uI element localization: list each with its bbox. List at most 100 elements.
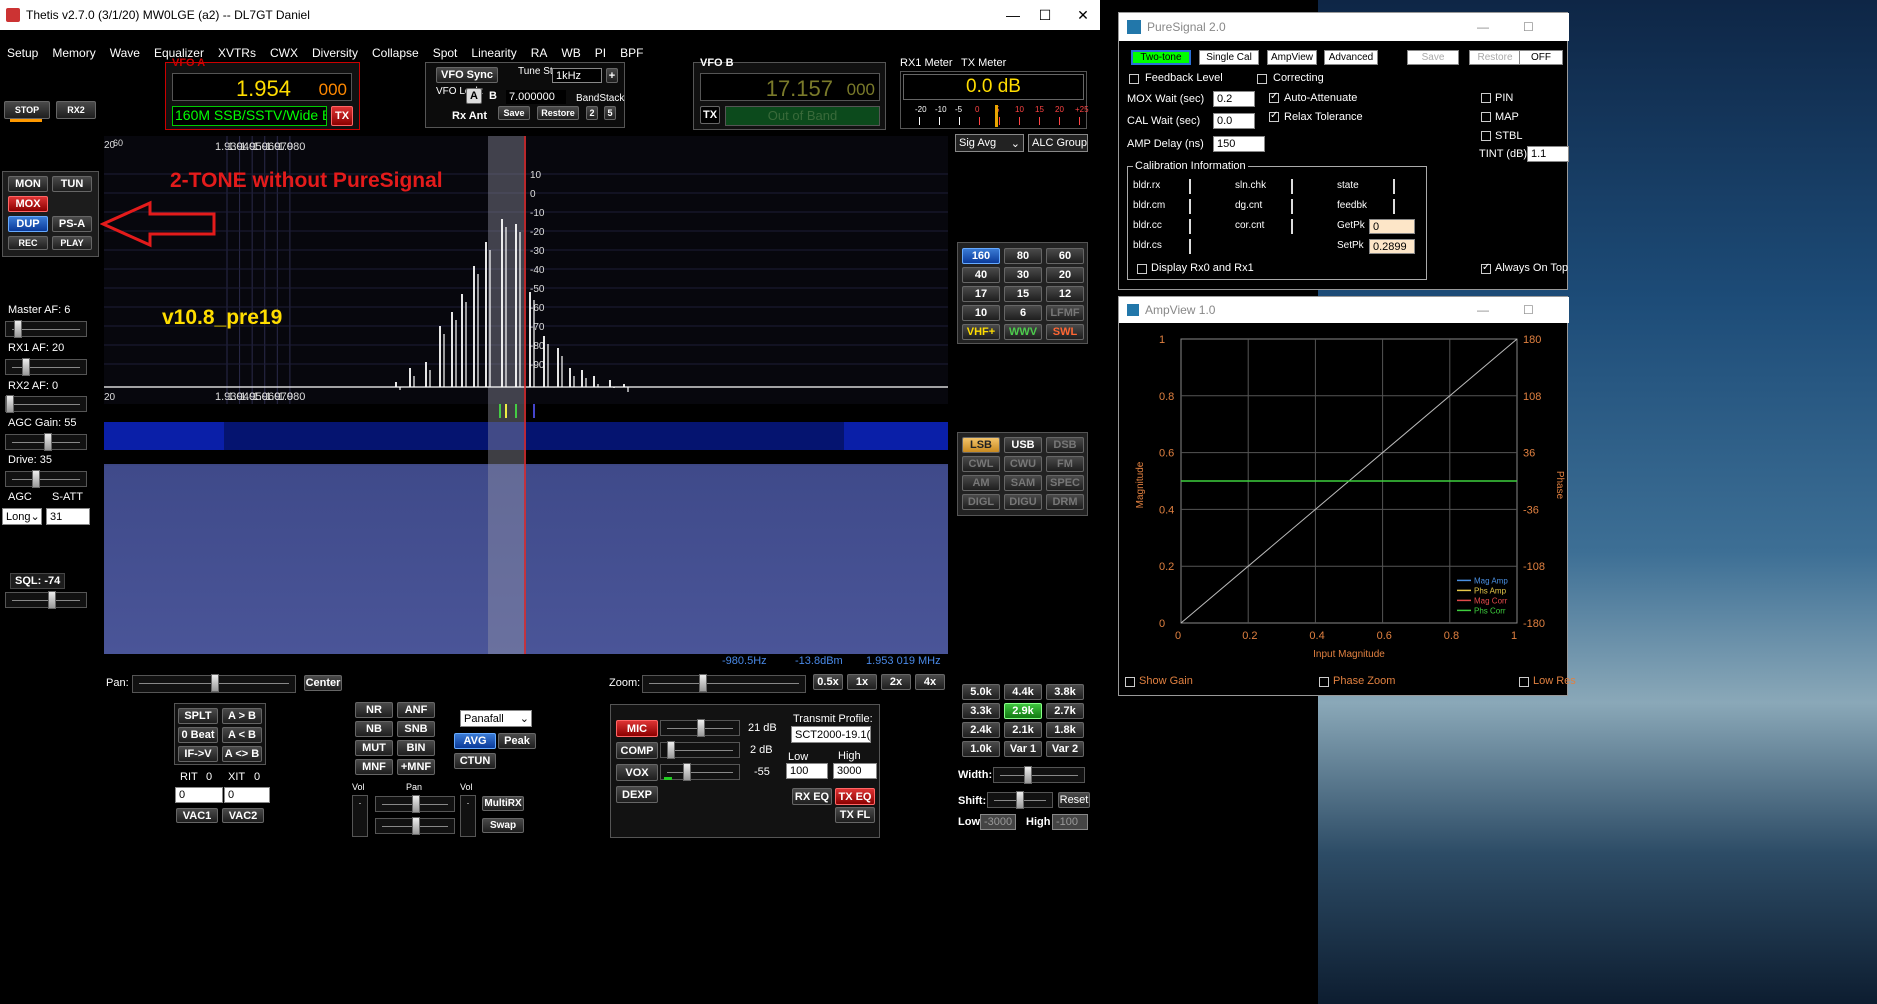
vac2-button[interactable]: VAC2	[222, 808, 264, 823]
zoom-button-4x[interactable]: 4x	[915, 674, 945, 690]
psa-button[interactable]: PS-A	[52, 216, 92, 232]
dsp-button-snb[interactable]: SNB	[397, 721, 435, 737]
agc-gain-slider[interactable]	[5, 433, 87, 451]
play-button[interactable]: PLAY	[52, 236, 92, 250]
filter-button-2.1k[interactable]: 2.1k	[1004, 722, 1042, 738]
correcting-checkbox[interactable]	[1257, 74, 1267, 84]
master-af-slider[interactable]	[5, 320, 87, 338]
mox-button[interactable]: MOX	[8, 196, 48, 212]
menu-memory[interactable]: Memory	[45, 46, 102, 68]
cal-wait-field[interactable]: 0.0	[1213, 113, 1255, 129]
band-button-10[interactable]: 10	[962, 305, 1000, 321]
drive-slider[interactable]	[5, 470, 87, 488]
dsp-button-bin[interactable]: BIN	[397, 740, 435, 756]
lock-b-label[interactable]: B	[489, 90, 497, 102]
band-button-15[interactable]: 15	[1004, 286, 1042, 302]
band-button-60[interactable]: 60	[1046, 248, 1084, 264]
setpk-field[interactable]: 0.2899	[1369, 239, 1415, 254]
swap-button[interactable]: Swap	[482, 818, 524, 833]
tx-eq-button[interactable]: TX EQ	[835, 788, 875, 805]
display-mode-select[interactable]: Panafall ⌄	[460, 710, 532, 727]
tx-meter-label[interactable]: TX Meter	[961, 57, 1006, 69]
ps-tab-restore[interactable]: Restore	[1469, 50, 1521, 65]
mon-button[interactable]: MON	[8, 176, 48, 192]
filter-low-field[interactable]: -3000	[980, 814, 1016, 830]
mox-wait-field[interactable]: 0.2	[1213, 91, 1255, 107]
mic-button[interactable]: MIC	[616, 720, 658, 737]
stop-button[interactable]: STOP	[4, 101, 50, 119]
band-button-40[interactable]: 40	[962, 267, 1000, 283]
dsp-button-anf[interactable]: ANF	[397, 702, 435, 718]
dup-button[interactable]: DUP	[8, 216, 48, 232]
rx2-button[interactable]: RX2	[56, 101, 96, 119]
auto-attenuate-checkbox[interactable]	[1269, 91, 1279, 103]
tx-profile-select[interactable]: SCT2000-19.1(	[791, 726, 871, 743]
zoom-button-0.5x[interactable]: 0.5x	[813, 674, 843, 690]
rec-button[interactable]: REC	[8, 236, 48, 250]
pan-rx1-slider[interactable]	[375, 795, 455, 813]
band-button-vhfplus[interactable]: VHF+	[962, 324, 1000, 340]
vfo-op-button[interactable]: 0 Beat	[178, 727, 218, 743]
vac1-button[interactable]: VAC1	[176, 808, 218, 823]
filter-button-2.4k[interactable]: 2.4k	[962, 722, 1000, 738]
close-icon[interactable]: ✕	[1060, 0, 1106, 30]
high-field[interactable]: 3000	[833, 763, 877, 779]
filter-button-3.8k[interactable]: 3.8k	[1046, 684, 1084, 700]
rit-field[interactable]: 0	[175, 787, 223, 803]
tun-button[interactable]: TUN	[52, 176, 92, 192]
mode-button-cwl[interactable]: CWL	[962, 456, 1000, 472]
tx-fl-button[interactable]: TX FL	[835, 807, 875, 823]
bs-save-button[interactable]: Save	[498, 106, 530, 120]
mode-button-lsb[interactable]: LSB	[962, 437, 1000, 453]
menu-wave[interactable]: Wave	[103, 46, 147, 68]
mic-slider[interactable]	[660, 719, 740, 737]
mode-button-drm[interactable]: DRM	[1046, 494, 1084, 510]
bs-2-button[interactable]: 2	[586, 106, 598, 120]
band-button-6[interactable]: 6	[1004, 305, 1042, 321]
filter-button-2.9k[interactable]: 2.9k	[1004, 703, 1042, 719]
phase-zoom-checkbox[interactable]	[1319, 677, 1329, 687]
rx2-af-slider[interactable]	[5, 395, 87, 413]
band-button-lfmf[interactable]: LFMF	[1046, 305, 1084, 321]
width-slider[interactable]	[993, 766, 1085, 784]
lock-a-button[interactable]: A	[466, 88, 482, 104]
sql-slider[interactable]	[5, 591, 87, 609]
filter-high-field[interactable]: -100	[1052, 814, 1088, 830]
amp-maximize-icon[interactable]: ☐	[1523, 303, 1534, 317]
map-checkbox[interactable]	[1481, 112, 1491, 122]
zoom-button-1x[interactable]: 1x	[847, 674, 877, 690]
vfo-b-display[interactable]: 17.157 000	[700, 73, 880, 101]
vfo-a-tx-button[interactable]: TX	[331, 106, 353, 126]
waterfall-display[interactable]	[104, 404, 948, 654]
vfo-sync-button[interactable]: VFO Sync	[436, 67, 498, 83]
filter-button-4.4k[interactable]: 4.4k	[1004, 684, 1042, 700]
ps-maximize-icon[interactable]: ☐	[1523, 20, 1534, 34]
dsp-button-nb[interactable]: NB	[355, 721, 393, 737]
bs-5-button[interactable]: 5	[604, 106, 616, 120]
vox-button[interactable]: VOX	[616, 764, 658, 781]
rx1-meter-label[interactable]: RX1 Meter	[900, 57, 953, 69]
ps-tab-ampview[interactable]: AmpView	[1267, 50, 1317, 65]
amp-minimize-icon[interactable]: —	[1477, 303, 1489, 317]
pan-slider[interactable]	[132, 674, 296, 693]
dsp-button-plusmnf[interactable]: +MNF	[397, 759, 435, 775]
mode-button-cwu[interactable]: CWU	[1004, 456, 1042, 472]
band-button-30[interactable]: 30	[1004, 267, 1042, 283]
ps-tab-off[interactable]: OFF	[1519, 50, 1563, 65]
filter-button-var1[interactable]: Var 1	[1004, 741, 1042, 757]
filter-button-3.3k[interactable]: 3.3k	[962, 703, 1000, 719]
xit-field[interactable]: 0	[224, 787, 270, 803]
band-button-160[interactable]: 160	[962, 248, 1000, 264]
menu-collapse[interactable]: Collapse	[365, 46, 426, 68]
mode-button-am[interactable]: AM	[962, 475, 1000, 491]
band-button-17[interactable]: 17	[962, 286, 1000, 302]
multirx-button[interactable]: MultiRX	[482, 796, 524, 811]
stbl-checkbox[interactable]	[1481, 131, 1491, 141]
band-button-wwv[interactable]: WWV	[1004, 324, 1042, 340]
mode-button-usb[interactable]: USB	[1004, 437, 1042, 453]
peak-button[interactable]: Peak	[498, 733, 536, 749]
vfo-op-button[interactable]: A <> B	[222, 746, 262, 762]
filter-button-5.0k[interactable]: 5.0k	[962, 684, 1000, 700]
vfo-b-tx-button[interactable]: TX	[700, 106, 720, 124]
mode-button-digl[interactable]: DIGL	[962, 494, 1000, 510]
